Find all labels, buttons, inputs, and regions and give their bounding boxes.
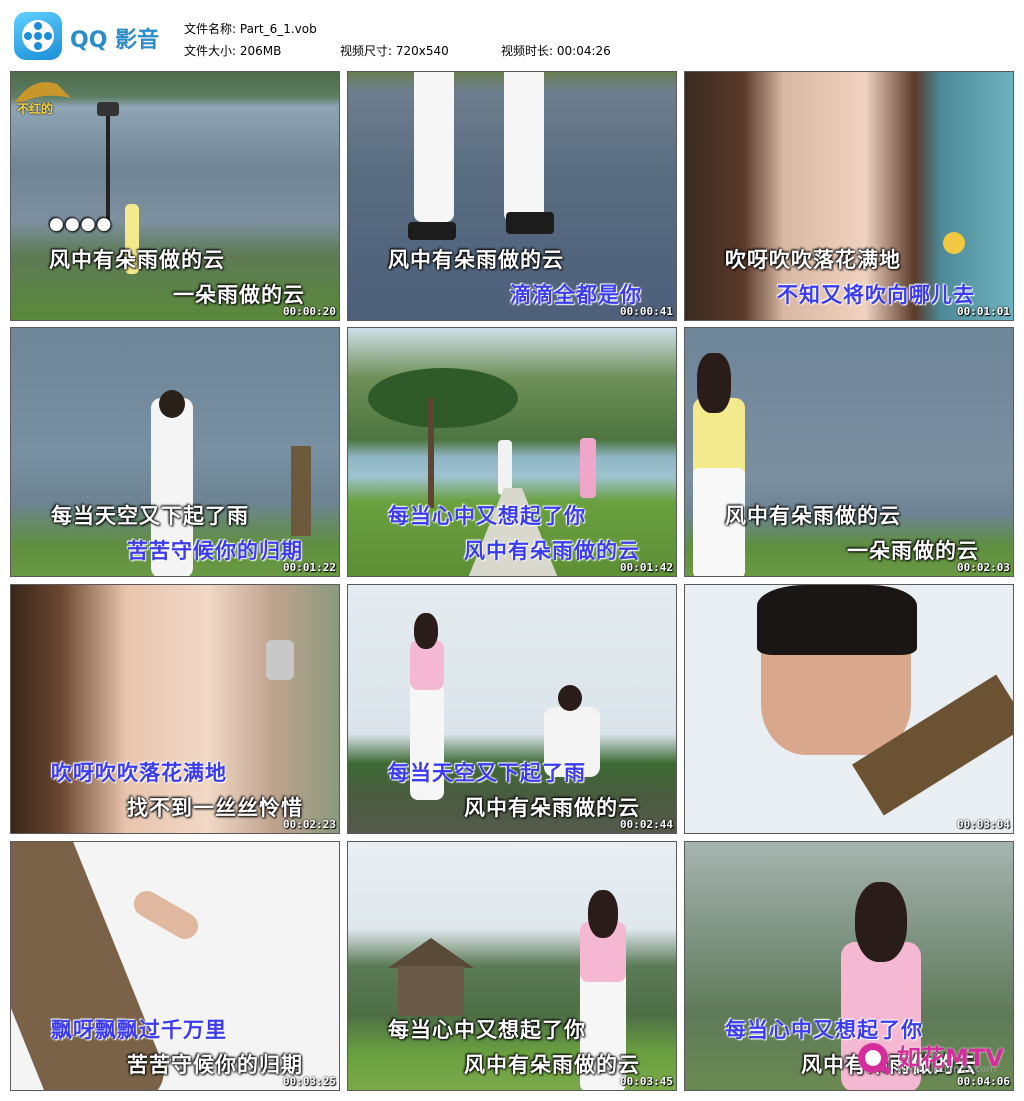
subtitle-line-2: 找不到一丝丝怜惜 — [127, 796, 303, 820]
timestamp: 00:00:41 — [620, 305, 673, 318]
thumbnail-3[interactable]: 吹呀吹吹落花满地 不知又将吹向哪儿去 00:01:01 — [684, 71, 1014, 321]
timestamp: 00:03:45 — [620, 1075, 673, 1088]
video-duration-label: 视频时长: — [501, 44, 554, 58]
thumbnail-10[interactable]: 飘呀飘飘过千万里 苦苦守候你的归期 00:03:25 — [10, 841, 340, 1091]
subtitle-line-1: 每当天空又下起了雨 — [388, 761, 586, 785]
video-duration-info: 视频时长: 00:04:26 — [501, 42, 611, 59]
timestamp: 00:02:23 — [283, 818, 336, 831]
subtitle-line-1: 风中有朵雨做的云 — [725, 504, 901, 528]
brand-q-icon — [858, 1043, 892, 1076]
file-size-value: 206MB — [239, 44, 282, 58]
timestamp: 00:02:03 — [957, 561, 1010, 574]
video-dims-label: 视频尺寸: — [340, 44, 393, 58]
thumbnail-2[interactable]: 风中有朵雨做的云 滴滴全都是你 00:00:41 — [347, 71, 677, 321]
thumbnail-12[interactable]: 每当心中又想起了你 风中有朵雨做的云 如花MTV www.ruhuamtv.co… — [684, 841, 1014, 1091]
subtitle-line-2: 苦苦守候你的归期 — [127, 1053, 303, 1077]
thumbnail-9[interactable]: 00:03:04 — [684, 584, 1014, 834]
thumbnail-5[interactable]: 每当心中又想起了你 风中有朵雨做的云 00:01:42 — [347, 327, 677, 577]
video-dims-value: 720x540 — [395, 44, 449, 58]
channel-watermark: 不红的 — [13, 74, 73, 118]
watermark-text: 不红的 — [17, 102, 54, 116]
timestamp: 00:01:22 — [283, 561, 336, 574]
video-duration-value: 00:04:26 — [556, 44, 611, 58]
subtitle-line-2: 风中有朵雨做的云 — [464, 1053, 640, 1077]
file-info-header: QQ 影音 文件名称: Part_6_1.vob 文件大小: 206MB 视频尺… — [0, 0, 1024, 68]
subtitle-line-2: 风中有朵雨做的云 — [464, 539, 640, 563]
thumbnail-1[interactable]: 不红的 ●●●● 风中有朵雨做的云 一朵雨做的云 00:00:20 — [10, 71, 340, 321]
timestamp: 00:03:25 — [283, 1075, 336, 1088]
brand-watermark: 如花MTV www.ruhuamtv.com — [855, 1040, 1005, 1080]
subtitle-line-1: 每当天空又下起了雨 — [51, 504, 249, 528]
subtitle-line-1: 每当心中又想起了你 — [388, 504, 586, 528]
timestamp: 00:01:01 — [957, 305, 1010, 318]
timestamp: 00:02:44 — [620, 818, 673, 831]
thumbnail-4[interactable]: 每当天空又下起了雨 苦苦守候你的归期 00:01:22 — [10, 327, 340, 577]
brand-url: www.ruhuamtv.com — [897, 1064, 997, 1075]
subtitle-line-2: 风中有朵雨做的云 — [464, 796, 640, 820]
timestamp: 00:00:20 — [283, 305, 336, 318]
thumbnail-7[interactable]: 吹呀吹吹落花满地 找不到一丝丝怜惜 00:02:23 — [10, 584, 340, 834]
thumbnail-11[interactable]: 每当心中又想起了你 风中有朵雨做的云 00:03:45 — [347, 841, 677, 1091]
subtitle-line-2: 不知又将吹向哪儿去 — [777, 283, 975, 307]
timestamp: 00:01:42 — [620, 561, 673, 574]
file-name-value: Part_6_1.vob — [239, 22, 317, 36]
file-size-info: 文件大小: 206MB — [184, 42, 281, 59]
thumbnail-8[interactable]: 每当天空又下起了雨 风中有朵雨做的云 00:02:44 — [347, 584, 677, 834]
timestamp: 00:03:04 — [957, 818, 1010, 831]
karaoke-countdown-dots: ●●●● — [49, 214, 113, 234]
subtitle-line-2: 苦苦守候你的归期 — [127, 539, 303, 563]
subtitle-line-1: 风中有朵雨做的云 — [388, 248, 564, 272]
video-dims-info: 视频尺寸: 720x540 — [340, 42, 449, 59]
file-size-label: 文件大小: — [184, 44, 237, 58]
subtitle-line-1: 吹呀吹吹落花满地 — [725, 248, 901, 272]
app-name: QQ 影音 — [70, 28, 160, 53]
qq-player-logo-icon — [14, 12, 62, 60]
timestamp: 00:04:06 — [957, 1075, 1010, 1088]
subtitle-line-1: 飘呀飘飘过千万里 — [51, 1018, 227, 1042]
file-name-label: 文件名称: — [184, 22, 237, 36]
subtitle-line-1: 风中有朵雨做的云 — [49, 248, 225, 272]
subtitle-line-1: 每当心中又想起了你 — [388, 1018, 586, 1042]
thumbnail-6[interactable]: 风中有朵雨做的云 一朵雨做的云 00:02:03 — [684, 327, 1014, 577]
subtitle-line-1: 吹呀吹吹落花满地 — [51, 761, 227, 785]
file-name-info: 文件名称: Part_6_1.vob — [184, 20, 317, 37]
